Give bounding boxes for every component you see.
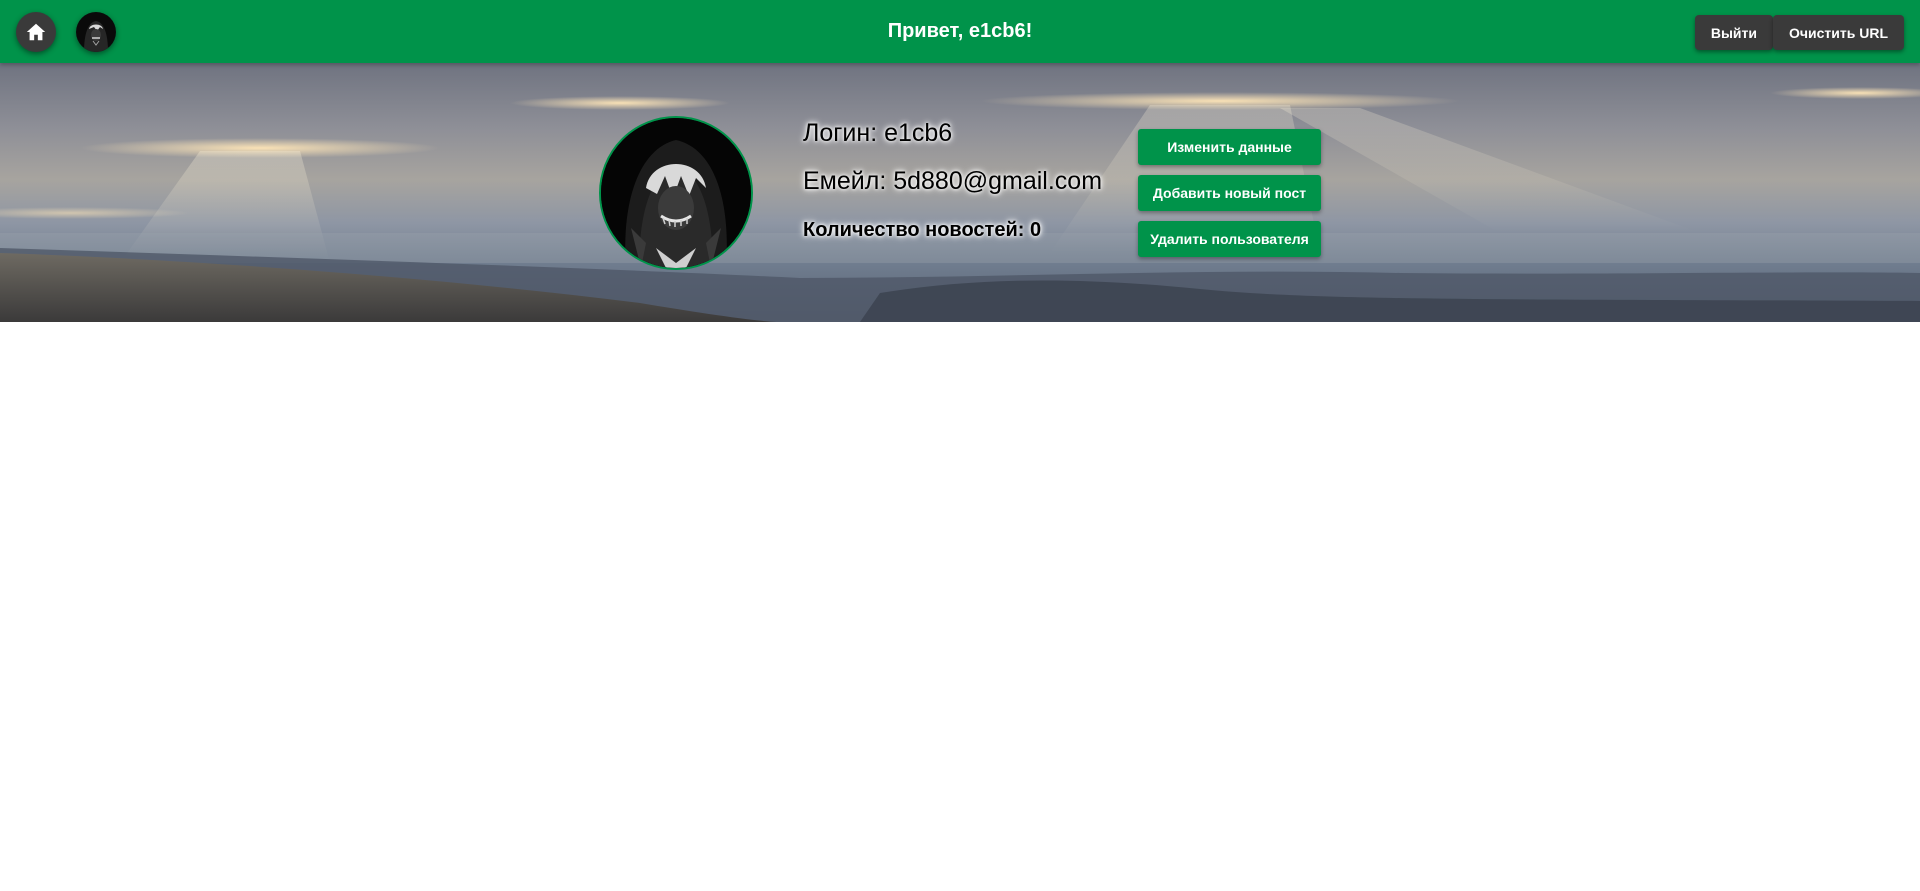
user-avatar-icon xyxy=(76,12,116,52)
add-post-button[interactable]: Добавить новый пост xyxy=(1138,175,1321,211)
clear-url-button[interactable]: Очистить URL xyxy=(1773,15,1904,50)
login-text: Логин: e1cb6 xyxy=(803,119,953,147)
home-icon xyxy=(26,23,46,41)
profile-actions: Изменить данные Добавить новый пост Удал… xyxy=(1138,129,1321,267)
delete-user-button[interactable]: Удалить пользователя xyxy=(1138,221,1321,257)
header-avatar[interactable] xyxy=(76,12,116,52)
greeting-title: Привет, e1cb6! xyxy=(887,20,1033,42)
profile-info: Логин: e1cb6 Емейл: 5d880@gmail.com Коли… xyxy=(803,118,1102,244)
profile-banner: Логин: e1cb6 Емейл: 5d880@gmail.com Коли… xyxy=(0,63,1920,322)
edit-data-button[interactable]: Изменить данные xyxy=(1138,129,1321,165)
home-button[interactable] xyxy=(16,12,56,52)
email-text: Емейл: 5d880@gmail.com xyxy=(803,167,1103,195)
profile-avatar xyxy=(599,116,753,270)
profile-avatar-image xyxy=(601,118,751,268)
logout-button[interactable]: Выйти xyxy=(1694,15,1773,50)
top-bar: Привет, e1cb6! Выйти Очистить URL xyxy=(0,0,1920,63)
news-count-text: Количество новостей: 0 xyxy=(803,219,1042,241)
header-actions: Выйти Очистить URL xyxy=(1694,15,1904,50)
